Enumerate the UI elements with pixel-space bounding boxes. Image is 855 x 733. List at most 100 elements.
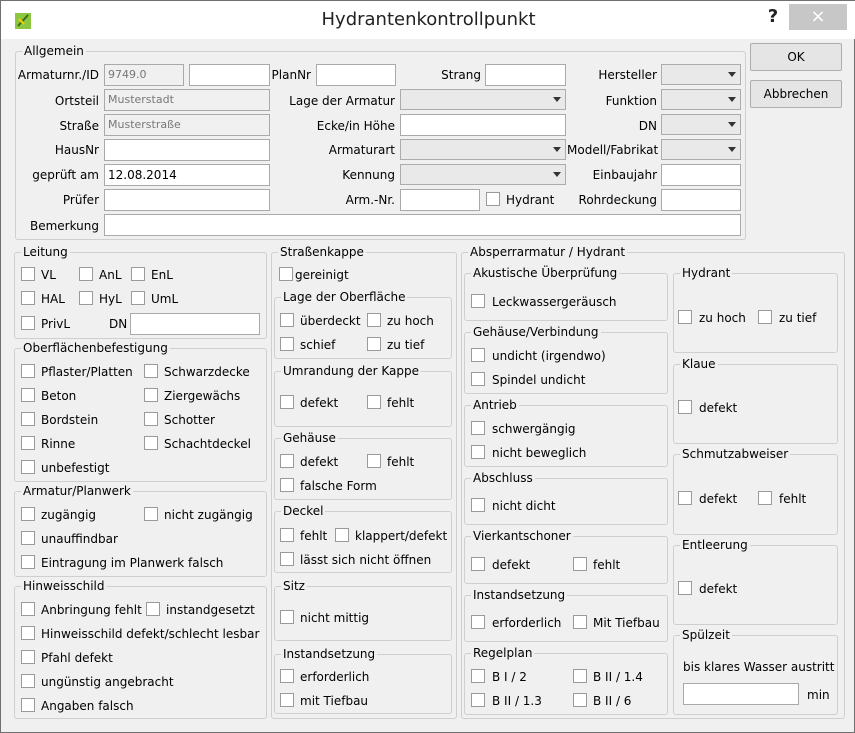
checkbox-angaben[interactable] bbox=[21, 698, 35, 712]
checkbox-kappe-erforderlich[interactable] bbox=[280, 669, 294, 683]
label-zugaengig: zugängig bbox=[41, 508, 97, 522]
help-button[interactable]: ? bbox=[759, 5, 787, 29]
armnr-field[interactable] bbox=[400, 189, 480, 211]
checkbox-undicht[interactable] bbox=[471, 348, 485, 362]
checkbox-schmutz-defekt[interactable] bbox=[678, 491, 692, 505]
checkbox-nicht-oeffnen[interactable] bbox=[280, 552, 294, 566]
checkbox-hydrant-zu-hoch[interactable] bbox=[678, 310, 692, 324]
checkbox-nicht-beweglich[interactable] bbox=[471, 445, 485, 459]
checkbox-leckwasser[interactable] bbox=[471, 294, 485, 308]
bemerkung-label: Bemerkung bbox=[29, 219, 99, 233]
checkbox-nicht-dicht[interactable] bbox=[471, 498, 485, 512]
checkbox-bordstein[interactable] bbox=[21, 412, 35, 426]
checkbox-pflaster[interactable] bbox=[21, 364, 35, 378]
checkbox-klappert[interactable] bbox=[335, 528, 349, 542]
checkbox-umrandung-defekt[interactable] bbox=[280, 395, 294, 409]
checkbox-kappe-tiefbau[interactable] bbox=[280, 693, 294, 707]
rohrdeckung-field[interactable] bbox=[661, 189, 741, 211]
checkbox-schwergaengig[interactable] bbox=[471, 421, 485, 435]
checkbox-nicht-mittig[interactable] bbox=[280, 610, 294, 624]
leitung-dn-field[interactable] bbox=[130, 313, 260, 335]
dn-select[interactable] bbox=[661, 114, 741, 135]
checkbox-pfahl[interactable] bbox=[21, 650, 35, 664]
checkbox-gereinigt[interactable] bbox=[279, 267, 293, 281]
checkbox-b1-2[interactable] bbox=[471, 669, 485, 683]
checkbox-klaue-defekt[interactable] bbox=[678, 400, 692, 414]
checkbox-spindel[interactable] bbox=[471, 372, 485, 386]
armaturnr-field[interactable]: 9749.0 bbox=[104, 64, 184, 86]
checkbox-privl[interactable] bbox=[21, 316, 35, 330]
label-leckwasser: Leckwassergeräusch bbox=[492, 295, 617, 309]
bemerkung-field[interactable] bbox=[104, 214, 741, 236]
checkbox-vl[interactable] bbox=[21, 267, 35, 281]
checkbox-beton[interactable] bbox=[21, 388, 35, 402]
checkbox-entleerung-defekt[interactable] bbox=[678, 581, 692, 595]
group-title: Hydrant bbox=[680, 266, 733, 280]
checkbox-uml[interactable] bbox=[131, 291, 145, 305]
checkbox-hydrant-zu-tief[interactable] bbox=[758, 310, 772, 324]
checkbox-unbefestigt[interactable] bbox=[21, 460, 35, 474]
checkbox-deckel-fehlt[interactable] bbox=[280, 528, 294, 542]
label-bordstein: Bordstein bbox=[41, 413, 99, 427]
spuelzeit-field[interactable] bbox=[683, 683, 799, 705]
checkbox-kappe-zu-tief[interactable] bbox=[367, 337, 381, 351]
checkbox-schwarzdecke[interactable] bbox=[144, 364, 158, 378]
ortsteil-label: Ortsteil bbox=[54, 94, 99, 108]
checkbox-enl[interactable] bbox=[131, 267, 145, 281]
checkbox-b2-6[interactable] bbox=[573, 693, 587, 707]
checkbox-anbringung[interactable] bbox=[21, 602, 35, 616]
close-button[interactable]: × bbox=[789, 4, 847, 30]
checkbox-kappe-zu-hoch[interactable] bbox=[367, 313, 381, 327]
checkbox-gehaeuse-fehlt[interactable] bbox=[367, 454, 381, 468]
pruefer-field[interactable] bbox=[104, 189, 270, 211]
checkbox-unauffindbar[interactable] bbox=[21, 531, 35, 545]
label-hydrant-zu-tief: zu tief bbox=[779, 311, 817, 325]
ecke-field[interactable] bbox=[400, 114, 566, 136]
checkbox-hyl[interactable] bbox=[79, 291, 93, 305]
ortsteil-field[interactable]: Musterstadt bbox=[104, 89, 270, 111]
checkbox-eintragung[interactable] bbox=[21, 555, 35, 569]
hydrant-checkbox[interactable] bbox=[486, 192, 500, 206]
checkbox-ueberdeckt[interactable] bbox=[280, 313, 294, 327]
checkbox-schief[interactable] bbox=[280, 337, 294, 351]
checkbox-ziergewaechs[interactable] bbox=[144, 388, 158, 402]
checkbox-b2-14[interactable] bbox=[573, 669, 587, 683]
ok-button[interactable]: OK bbox=[750, 43, 842, 71]
geprueft-field[interactable]: 12.08.2014 bbox=[104, 164, 270, 186]
modell-select[interactable] bbox=[661, 139, 741, 160]
checkbox-absperr-tiefbau[interactable] bbox=[573, 615, 587, 629]
checkbox-rinne[interactable] bbox=[21, 436, 35, 450]
checkbox-schachtdeckel[interactable] bbox=[144, 436, 158, 450]
armaturart-select[interactable] bbox=[400, 139, 566, 160]
label-schachtdeckel: Schachtdeckel bbox=[164, 437, 251, 451]
checkbox-absperr-erforderlich[interactable] bbox=[471, 615, 485, 629]
cancel-button[interactable]: Abbrechen bbox=[750, 80, 842, 108]
checkbox-gehaeuse-defekt[interactable] bbox=[280, 454, 294, 468]
einbaujahr-field[interactable] bbox=[661, 164, 741, 186]
checkbox-anl[interactable] bbox=[79, 267, 93, 281]
lage-armatur-select[interactable] bbox=[400, 89, 566, 110]
armaturnr-field-2[interactable] bbox=[189, 64, 270, 86]
hausnr-field[interactable] bbox=[104, 139, 270, 161]
checkbox-schmutz-fehlt[interactable] bbox=[758, 491, 772, 505]
checkbox-hinweis-defekt[interactable] bbox=[21, 626, 35, 640]
chevron-down-icon bbox=[728, 147, 736, 152]
checkbox-schotter[interactable] bbox=[144, 412, 158, 426]
checkbox-umrandung-fehlt[interactable] bbox=[367, 395, 381, 409]
checkbox-nicht-zugaengig[interactable] bbox=[144, 507, 158, 521]
checkbox-vierkant-defekt[interactable] bbox=[471, 557, 485, 571]
plannr-field[interactable] bbox=[316, 64, 396, 86]
kennung-select[interactable] bbox=[400, 164, 566, 185]
checkbox-hal[interactable] bbox=[21, 291, 35, 305]
checkbox-falsche-form[interactable] bbox=[280, 478, 294, 492]
checkbox-instandgesetzt[interactable] bbox=[146, 602, 160, 616]
hersteller-select[interactable] bbox=[661, 64, 741, 85]
strang-field[interactable] bbox=[485, 64, 566, 86]
checkbox-zugaengig[interactable] bbox=[21, 507, 35, 521]
checkbox-vierkant-fehlt[interactable] bbox=[573, 557, 587, 571]
label-nicht-mittig: nicht mittig bbox=[300, 611, 370, 625]
strasse-field[interactable]: Musterstraße bbox=[104, 114, 270, 136]
checkbox-unguenstig[interactable] bbox=[21, 674, 35, 688]
checkbox-b2-13[interactable] bbox=[471, 693, 485, 707]
funktion-select[interactable] bbox=[661, 89, 741, 110]
